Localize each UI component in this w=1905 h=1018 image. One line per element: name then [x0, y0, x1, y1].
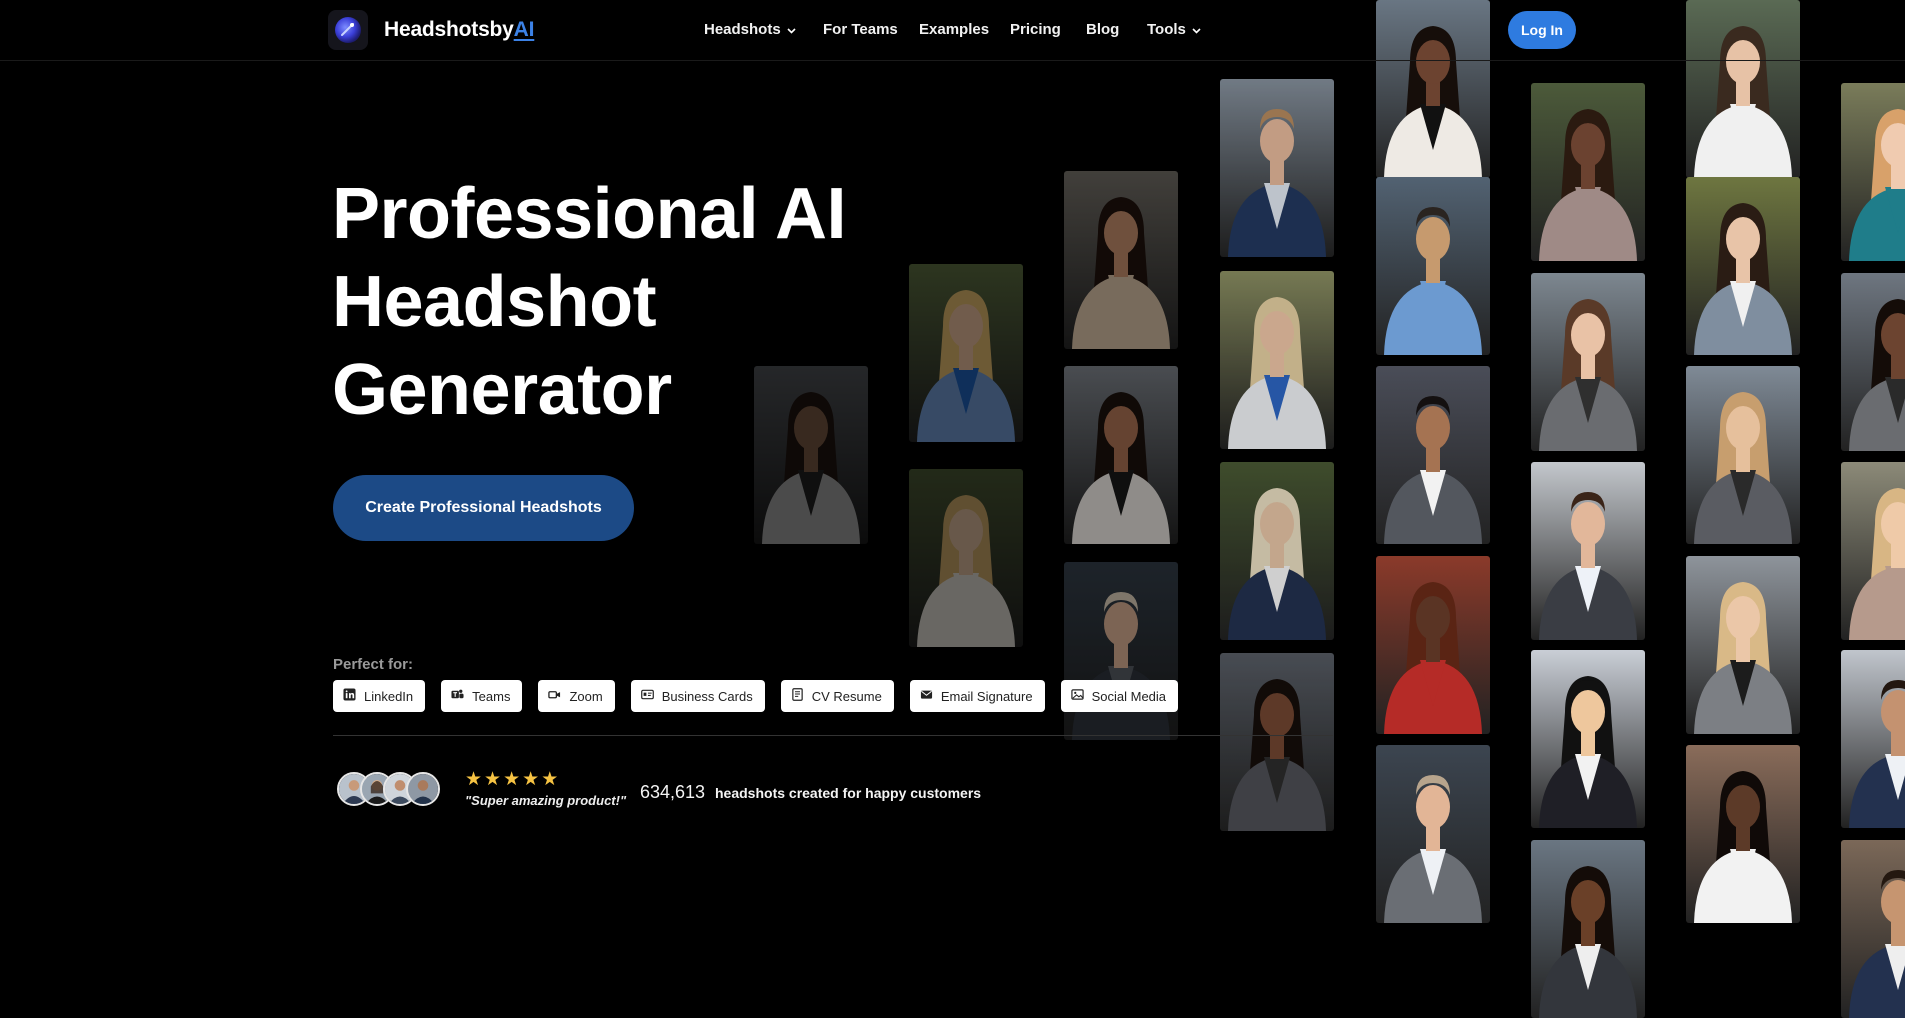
hero-title: Professional AI Headshot Generator: [332, 170, 846, 434]
headshot-photo: [1220, 653, 1334, 831]
hero-title-line-2: Headshot: [332, 262, 657, 342]
headshot-photo: [1376, 745, 1490, 923]
hero-title-line-1: Professional AI: [332, 174, 846, 254]
headshot-photo: [1220, 462, 1334, 640]
chip-label: Email Signature: [940, 688, 1033, 704]
headshot-photo: [1841, 83, 1905, 261]
headshot-photo: [1531, 650, 1645, 828]
headshot-photo: [1376, 556, 1490, 734]
headshot-photo: [1064, 562, 1178, 740]
chip-social-media[interactable]: Social Media: [1060, 680, 1179, 712]
create-headshots-button[interactable]: Create Professional Headshots: [333, 475, 634, 541]
headshot-count-label: headshots created for happy customers: [715, 785, 982, 801]
nav-item-blog[interactable]: Blog: [1086, 21, 1119, 38]
headshot-photo: [1841, 462, 1905, 640]
headshot-count: 634,613: [640, 782, 706, 802]
chip-label: Social Media: [1091, 688, 1167, 704]
customer-avatars: [337, 772, 440, 806]
headshot-photo: [1531, 83, 1645, 261]
chip-teams[interactable]: Teams: [441, 680, 523, 712]
headshot-photo: [1220, 79, 1334, 257]
headshot-photo: [1376, 366, 1490, 544]
rating-stars: ★ ★ ★ ★ ★: [465, 770, 558, 790]
testimonial-quote: "Super amazing product!": [465, 793, 627, 808]
nav-item-pricing[interactable]: Pricing: [1010, 21, 1061, 38]
video-icon: [548, 688, 561, 704]
star-icon: ★: [541, 769, 559, 790]
star-icon: ★: [503, 769, 521, 790]
headshot-photo: [909, 264, 1023, 442]
headshot-photo: [1220, 271, 1334, 449]
top-nav: HeadshotsbyAI Headshots For Teams Exampl…: [0, 0, 1905, 61]
brand-main: Headshotsby: [384, 18, 514, 41]
nav-item-headshots[interactable]: Headshots: [704, 21, 796, 38]
chip-email-signature[interactable]: Email Signature: [909, 680, 1045, 712]
headshot-photo: [1376, 177, 1490, 355]
image-icon: [1070, 688, 1084, 704]
headshot-photo: [1686, 366, 1800, 544]
brand-name[interactable]: HeadshotsbyAI: [384, 18, 534, 42]
headshot-photo: [1686, 177, 1800, 355]
chip-label: LinkedIn: [364, 688, 414, 704]
nav-item-for-teams[interactable]: For Teams: [823, 21, 898, 38]
star-icon: ★: [484, 769, 502, 790]
logo-icon[interactable]: [328, 10, 368, 50]
headshot-photo: [1686, 556, 1800, 734]
nav-item-label: Tools: [1147, 21, 1186, 38]
headshot-photo: [1841, 650, 1905, 828]
mail-icon: [920, 688, 933, 704]
headshot-photo: [1841, 840, 1905, 1018]
linkedin-icon: [343, 688, 356, 704]
divider: [333, 735, 1333, 736]
nav-item-label: For Teams: [823, 21, 898, 38]
headshot-photo: [1531, 462, 1645, 640]
id-card-icon: [640, 688, 654, 704]
hero-title-line-3: Generator: [332, 350, 672, 430]
headshot-photo: [1064, 366, 1178, 544]
headshot-photo: [1686, 745, 1800, 923]
perfect-for-label: Perfect for:: [333, 656, 414, 673]
nav-item-examples[interactable]: Examples: [919, 21, 989, 38]
chip-label: CV Resume: [811, 688, 882, 704]
headshot-photo: [1531, 840, 1645, 1018]
login-button[interactable]: Log In: [1508, 11, 1576, 49]
headshot-photo: [1064, 171, 1178, 349]
nav-item-tools[interactable]: Tools: [1147, 21, 1201, 38]
nav-item-label: Blog: [1086, 21, 1120, 38]
chip-business-cards[interactable]: Business Cards: [630, 680, 765, 712]
star-icon: ★: [465, 769, 483, 790]
headshot-photo: [1531, 273, 1645, 451]
chip-label: Business Cards: [661, 688, 753, 704]
document-icon: [791, 688, 804, 704]
chip-cv-resume[interactable]: CV Resume: [780, 680, 894, 712]
star-icon: ★: [522, 769, 540, 790]
chevron-down-icon: [1192, 21, 1201, 38]
chip-label: Teams: [472, 688, 511, 704]
nav-item-label: Examples: [919, 21, 990, 38]
chevron-down-icon: [787, 21, 796, 38]
avatar: [406, 772, 440, 806]
chip-label: Zoom: [569, 688, 603, 704]
teams-icon: [451, 688, 464, 704]
chip-zoom[interactable]: Zoom: [538, 680, 615, 712]
nav-item-label: Pricing: [1010, 21, 1061, 38]
headshot-photo: [909, 469, 1023, 647]
chip-linkedin[interactable]: LinkedIn: [333, 680, 426, 712]
brand-accent: AI: [513, 18, 535, 41]
nav-item-label: Headshots: [704, 21, 781, 38]
headshot-photo: [1841, 273, 1905, 451]
use-case-chips: LinkedIn Teams Zoom Business Cards CV Re…: [333, 680, 1179, 712]
